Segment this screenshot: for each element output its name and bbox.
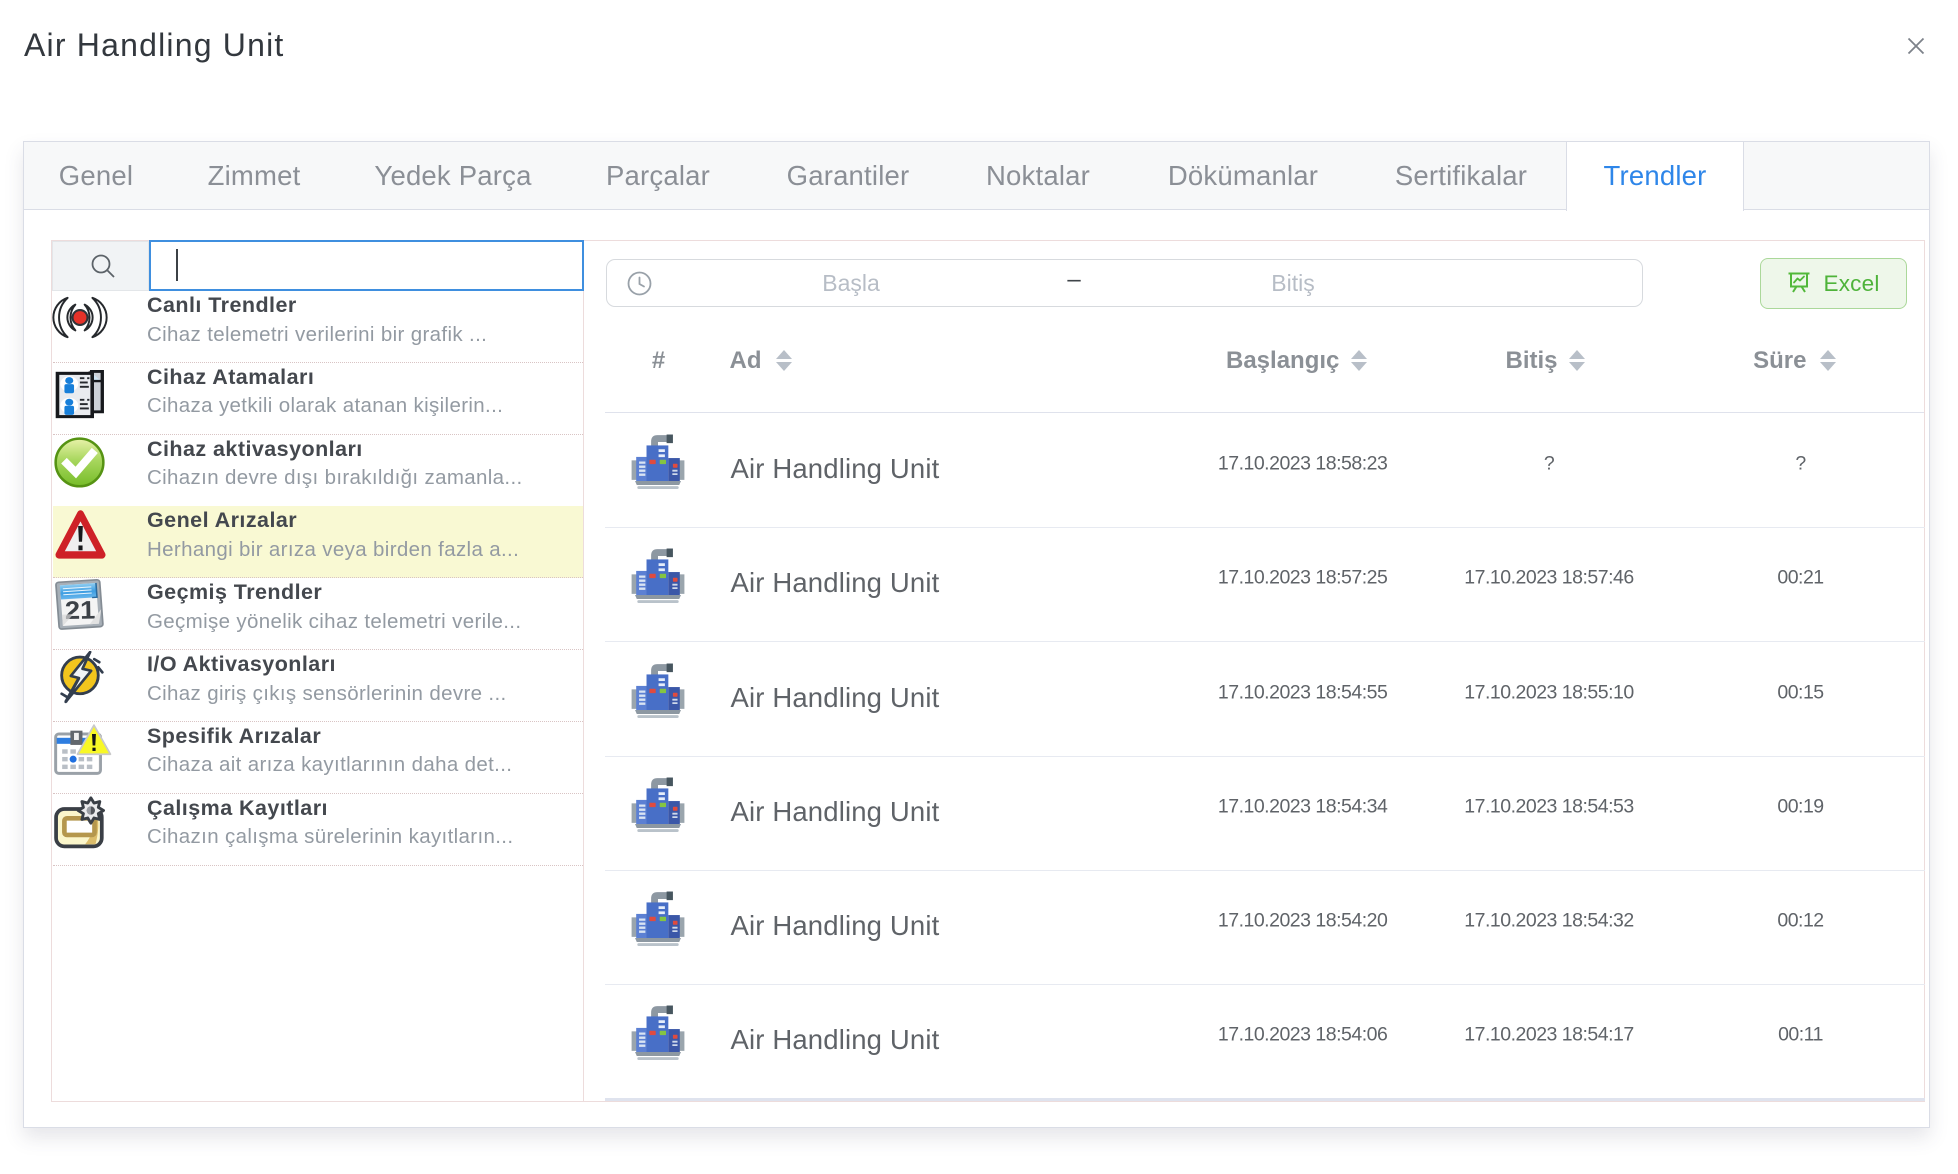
svg-text:21: 21	[65, 596, 96, 625]
